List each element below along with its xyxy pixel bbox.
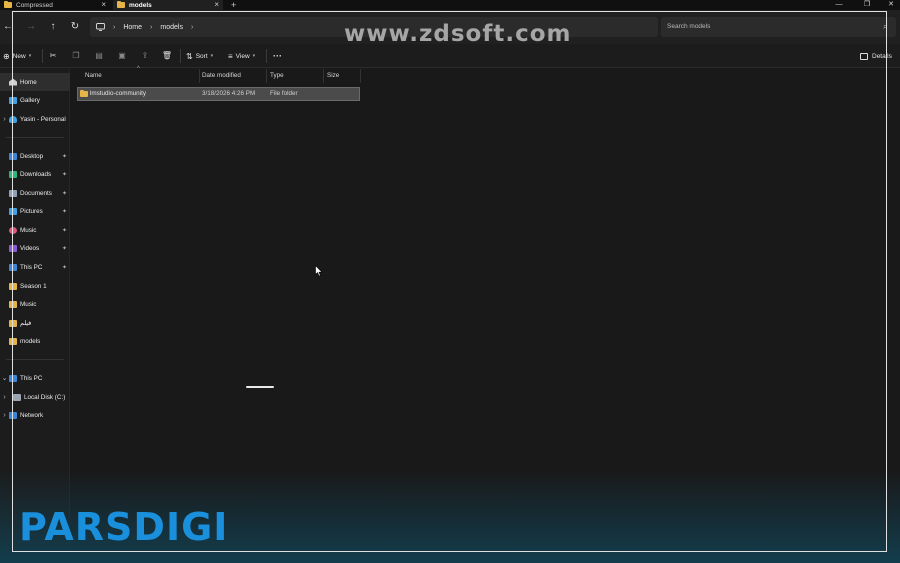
add-icon: ⊕ <box>3 51 10 61</box>
parsdigi-logo: PARSDIGI <box>19 505 229 549</box>
tab-compressed[interactable]: Compressed × <box>0 0 110 10</box>
chevron-right-icon[interactable]: › <box>0 394 9 401</box>
video-frame-border <box>12 11 887 552</box>
mouse-cursor-icon <box>315 265 323 277</box>
folder-icon <box>117 0 125 8</box>
folder-icon <box>4 0 12 8</box>
chevron-down-icon[interactable]: ⌄ <box>0 374 9 382</box>
chevron-right-icon[interactable]: › <box>0 412 9 419</box>
maximize-button[interactable]: ❐ <box>858 0 876 10</box>
close-tab-icon[interactable]: × <box>214 0 219 10</box>
tab-models[interactable]: models × <box>113 0 223 10</box>
close-window-button[interactable]: ✕ <box>882 0 900 10</box>
drag-artifact <box>246 386 274 388</box>
minimize-button[interactable]: — <box>830 0 848 10</box>
watermark-text: www.zdsoft.com <box>344 21 572 47</box>
tab-label: models <box>129 1 152 9</box>
tab-label: Compressed <box>16 1 53 9</box>
close-tab-icon[interactable]: × <box>101 0 106 10</box>
chevron-right-icon[interactable]: › <box>0 116 9 123</box>
new-tab-button[interactable]: + <box>231 0 236 10</box>
